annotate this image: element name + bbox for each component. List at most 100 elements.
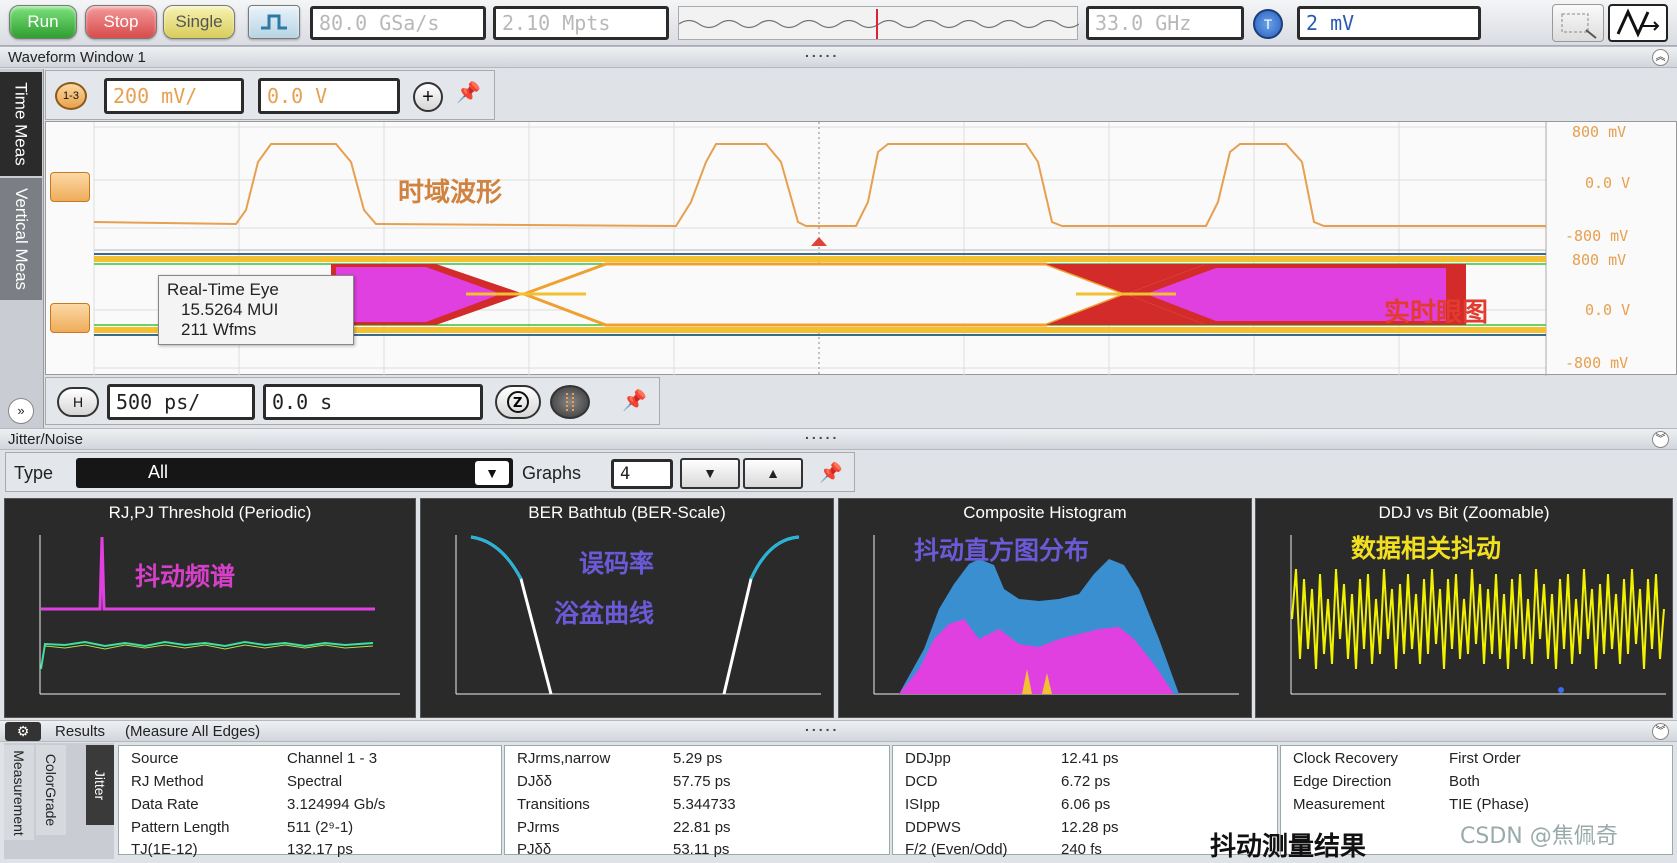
result-value: 53.11 ps <box>673 841 730 858</box>
results-subtitle: (Measure All Edges) <box>125 722 261 740</box>
bathtub-title: BER Bathtub (BER-Scale) <box>528 503 726 522</box>
result-key: Data Rate <box>131 796 199 813</box>
result-value: Both <box>1449 773 1480 790</box>
result-value: 511 (2⁹-1) <box>287 819 354 836</box>
jitter-drag-handle[interactable]: ..... <box>805 426 839 442</box>
time-offset-field[interactable]: 0.0 s <box>263 384 483 420</box>
y-label-top-0: 0.0 V <box>1585 174 1631 192</box>
rjpj-title: RJ,PJ Threshold (Periodic) <box>108 503 312 522</box>
memory-depth-field[interactable]: 2.10 Mpts <box>493 6 669 40</box>
result-key: RJrms,narrow <box>517 750 611 767</box>
watermark: CSDN @焦佩奇 <box>1460 824 1618 849</box>
result-key: Edge Direction <box>1293 773 1392 790</box>
result-value: 132.17 ps <box>287 841 353 858</box>
horizontal-badge[interactable]: H <box>57 387 99 417</box>
results-tab-colorgrade[interactable]: ColorGrade <box>36 745 66 835</box>
result-key: DJδδ <box>517 773 553 790</box>
trigger-level-field[interactable]: 2 mV <box>1297 6 1481 40</box>
zoom-box-icon <box>1561 13 1597 39</box>
vertical-scale-field[interactable]: 200 mV/ <box>104 78 244 114</box>
result-value: 6.06 ps <box>1061 796 1111 813</box>
waveform-window-title: Waveform Window 1 <box>8 48 146 66</box>
graphs-count-field[interactable]: 4 <box>611 459 673 489</box>
eye-info-wfms: 211 Wfms <box>181 320 257 339</box>
histogram-panel[interactable]: Composite Histogram 抖动直方图分布 <box>838 498 1252 718</box>
jitter-collapse-icon[interactable]: ︾ <box>1652 431 1669 448</box>
rjpj-panel[interactable]: RJ,PJ Threshold (Periodic) 抖动频谱 <box>4 498 416 718</box>
result-value: 6.72 ps <box>1061 773 1111 790</box>
result-key: DDPWS <box>905 819 961 836</box>
measure-mode-button[interactable] <box>1608 4 1668 42</box>
graphs-increment-button[interactable]: ▲ <box>743 458 803 489</box>
bathtub-annotation-2: 浴盆曲线 <box>554 599 655 628</box>
timebase-field[interactable]: 500 ps/ <box>107 384 255 420</box>
ddj-annotation: 数据相关抖动 <box>1351 534 1502 563</box>
side-tab-time-meas[interactable]: Time Meas <box>0 72 42 176</box>
result-key: Measurement <box>1293 796 1385 813</box>
autoscale-button[interactable] <box>248 5 300 39</box>
result-value: Spectral <box>287 773 343 790</box>
side-tab-expand-icon[interactable]: » <box>8 398 34 424</box>
drag-handle[interactable]: ..... <box>805 44 839 60</box>
graphs-decrement-button[interactable]: ▼ <box>680 458 740 489</box>
result-value: 240 fs <box>1061 841 1102 858</box>
bandwidth-field[interactable]: 33.0 GHz <box>1086 6 1244 40</box>
result-key: PJrms <box>517 819 560 836</box>
bathtub-panel[interactable]: BER Bathtub (BER-Scale) 误码率 浴盆曲线 <box>420 498 834 718</box>
pin-icon[interactable]: 📌 <box>456 80 481 105</box>
acquisition-preview <box>678 6 1080 40</box>
zoom-button[interactable]: Z <box>495 385 541 419</box>
y-label-bottom-800: 800 mV <box>1572 251 1627 269</box>
results-drag-handle[interactable]: ..... <box>805 718 839 734</box>
zoom-select-button[interactable] <box>1552 4 1604 42</box>
run-button[interactable]: Run <box>9 5 77 39</box>
rjpj-annotation: 抖动频谱 <box>135 562 236 591</box>
eye-info-box: Real-Time Eye 15.5264 MUI 211 Wfms <box>158 275 354 345</box>
result-value: 57.75 ps <box>673 773 731 790</box>
add-channel-button[interactable]: + <box>413 82 443 112</box>
results-collapse-icon[interactable]: ︾ <box>1652 723 1669 740</box>
sample-rate-field[interactable]: 80.0 GSa/s <box>310 6 486 40</box>
results-gear-icon[interactable]: ⚙ <box>5 722 41 741</box>
eye-info-mui: 15.5264 MUI <box>181 300 279 319</box>
channel-marker-top-icon[interactable] <box>50 172 90 202</box>
result-key: F/2 (Even/Odd) <box>905 841 1008 858</box>
chevron-down-icon[interactable]: ▼ <box>475 461 509 485</box>
results-annotation: 抖动测量结果 <box>1210 832 1367 862</box>
results-header: ⚙ Results (Measure All Edges) ..... ︾ <box>0 718 1677 742</box>
trigger-badge[interactable]: T <box>1253 9 1283 39</box>
svg-text:Z: Z <box>513 396 522 411</box>
result-value: 22.81 ps <box>673 819 731 836</box>
channel-badge[interactable]: 1-3 <box>55 82 87 110</box>
histogram-title: Composite Histogram <box>963 503 1127 522</box>
single-button[interactable]: Single <box>163 5 235 39</box>
result-value: TIE (Phase) <box>1449 796 1530 813</box>
ddj-panel[interactable]: DDJ vs Bit (Zoomable) 数据相关抖动 <box>1255 498 1673 718</box>
eye-info-title: Real-Time Eye <box>167 280 279 299</box>
type-select[interactable]: All ▼ <box>76 458 513 488</box>
results-column-1: Source Channel 1 - 3 RJ Method Spectral Da… <box>118 745 502 858</box>
side-tab-vertical-meas[interactable]: Vertical Meas <box>0 178 42 300</box>
collapse-icon[interactable]: ︽ <box>1652 49 1669 66</box>
result-key: TJ(1E-12) <box>131 841 198 858</box>
ddj-title: DDJ vs Bit (Zoomable) <box>1378 503 1550 522</box>
timebase-pin-icon[interactable]: 📌 <box>622 388 647 413</box>
result-value: 12.28 ps <box>1061 819 1119 836</box>
result-value: 5.344733 <box>673 796 736 813</box>
stop-button[interactable]: Stop <box>85 5 157 39</box>
results-tab-measurement[interactable]: Measurement <box>4 745 34 840</box>
result-key: Pattern Length <box>131 819 230 836</box>
jitter-pin-icon[interactable]: 📌 <box>819 461 843 485</box>
result-key: DDJpp <box>905 750 951 767</box>
jitter-header: Jitter/Noise ..... ︾ <box>0 426 1677 450</box>
time-domain-annotation: 时域波形 <box>398 178 503 208</box>
vertical-offset-field[interactable]: 0.0 V <box>258 78 400 114</box>
results-tab-jitter[interactable]: Jitter <box>86 745 114 825</box>
channel-marker-bottom-icon[interactable] <box>50 303 90 333</box>
histogram-annotation: 抖动直方图分布 <box>914 536 1090 565</box>
result-key: ISIpp <box>905 796 941 813</box>
results-title: Results <box>55 722 106 740</box>
horizontal-ref-button[interactable] <box>550 385 590 419</box>
y-label-bottom-0: 0.0 V <box>1585 301 1631 319</box>
result-key: Clock Recovery <box>1293 750 1399 767</box>
